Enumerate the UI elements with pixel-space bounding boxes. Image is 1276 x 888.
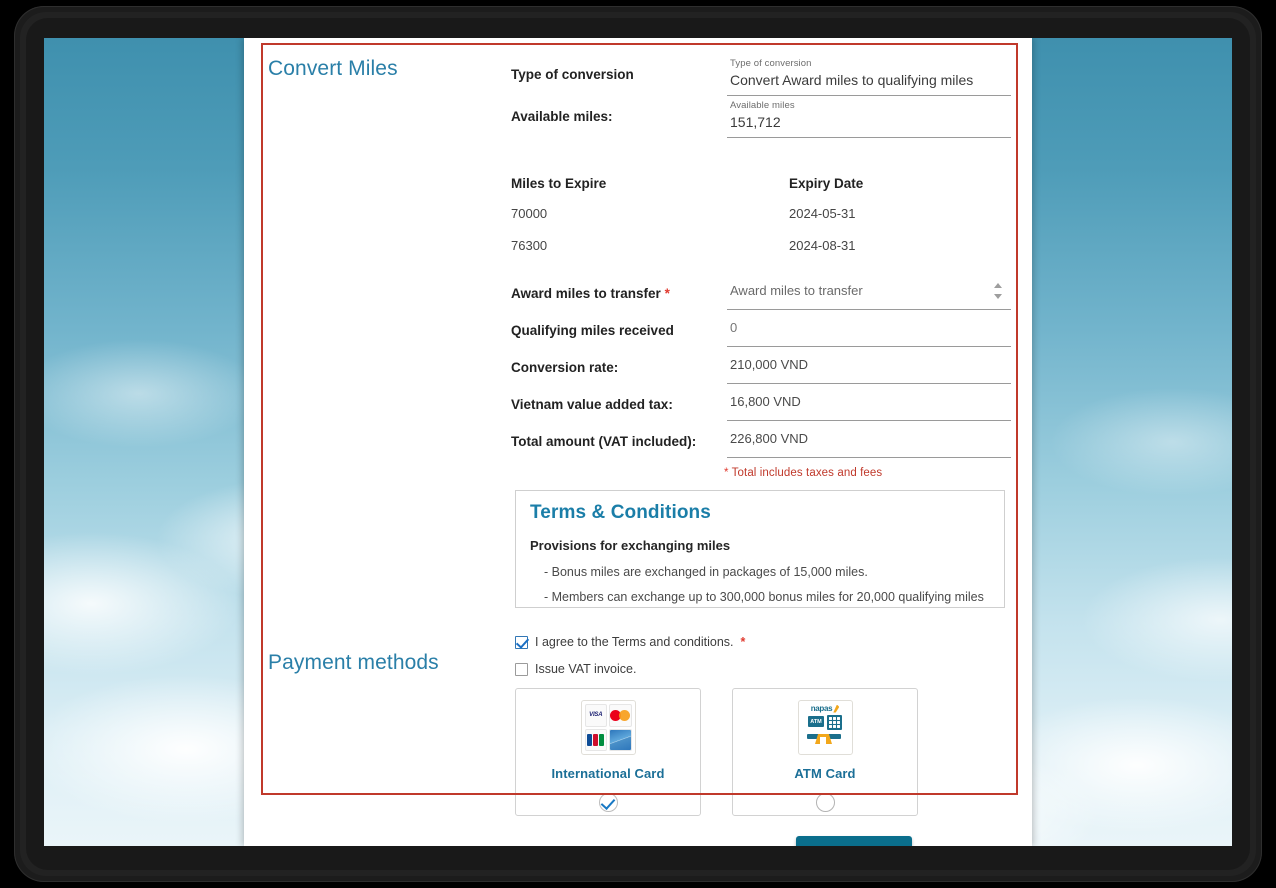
amex-icon xyxy=(609,729,632,752)
terms-and-conditions-box[interactable]: Terms & Conditions Provisions for exchan… xyxy=(515,490,1005,608)
cell-miles: 76300 xyxy=(511,229,789,261)
payment-option-international-card[interactable]: VISA International Card xyxy=(515,688,701,816)
qualifying-miles-value: 0 xyxy=(727,310,1011,347)
label-qualifying-miles-received: Qualifying miles received xyxy=(511,310,727,340)
caption-available-miles: Available miles xyxy=(730,100,1011,112)
label-conversion-rate: Conversion rate: xyxy=(511,347,727,377)
caption-type-of-conversion: Type of conversion xyxy=(730,58,1011,70)
payment-option-atm-card[interactable]: napas ATM AT xyxy=(732,688,918,816)
required-asterisk: * xyxy=(665,286,670,301)
checkbox-checked-icon[interactable] xyxy=(515,636,528,649)
checkbox-unchecked-icon[interactable] xyxy=(515,663,528,676)
miles-to-expire-table: Miles to Expire Expiry Date 70000 2024-0… xyxy=(511,171,1011,261)
table-row: 70000 2024-05-31 xyxy=(511,197,1011,229)
cell-expiry: 2024-05-31 xyxy=(789,197,1011,229)
field-conversion-rate: 210,000 VND xyxy=(727,347,1011,384)
column-header-miles: Miles to Expire xyxy=(511,171,789,197)
atm-keypad-icon xyxy=(827,715,842,730)
terms-title: Terms & Conditions xyxy=(530,502,990,524)
note-text: Total includes taxes and fees xyxy=(732,467,883,479)
cell-miles: 70000 xyxy=(511,197,789,229)
continue-button[interactable]: CONTINUE xyxy=(796,836,912,846)
field-available-miles[interactable]: Available miles 151,712 xyxy=(727,96,1011,138)
total-includes-note: * Total includes taxes and fees xyxy=(724,467,882,479)
field-vat: 16,800 VND xyxy=(727,384,1011,421)
vat-value: 16,800 VND xyxy=(727,384,1011,421)
page-title: Convert Miles xyxy=(268,57,398,81)
atm-screen-text: ATM xyxy=(808,716,824,727)
convert-miles-form: Convert Miles Payment methods Type of co… xyxy=(261,43,1018,795)
payment-option-radio-unselected[interactable] xyxy=(816,793,835,812)
row-type-of-conversion: Type of conversion Type of conversion Co… xyxy=(511,54,1011,96)
table-row: 76300 2024-08-31 xyxy=(511,229,1011,261)
jcb-icon xyxy=(585,729,608,752)
tablet-screen: Convert Miles Payment methods Type of co… xyxy=(44,38,1232,846)
value-type-of-conversion: Convert Award miles to qualifying miles xyxy=(730,70,1011,90)
label-vat: Vietnam value added tax: xyxy=(511,384,727,414)
row-conversion-rate: Conversion rate: 210,000 VND xyxy=(511,347,1011,384)
note-asterisk: * xyxy=(724,467,729,479)
conversion-rate-value: 210,000 VND xyxy=(727,347,1011,384)
atm-machine-icon: ATM xyxy=(807,714,843,744)
payment-option-label: ATM Card xyxy=(794,766,855,781)
field-award-miles-to-transfer[interactable]: Award miles to transfer xyxy=(727,273,1011,310)
napas-atm-icon: napas ATM xyxy=(798,700,853,755)
value-available-miles: 151,712 xyxy=(730,112,1011,132)
terms-subtitle: Provisions for exchanging miles xyxy=(530,538,990,553)
payment-methods-title: Payment methods xyxy=(268,651,439,675)
field-total-amount: 226,800 VND xyxy=(727,421,1011,458)
row-total-amount: Total amount (VAT included): 226,800 VND xyxy=(511,421,1011,458)
visa-icon: VISA xyxy=(585,704,608,727)
napas-swoosh-icon xyxy=(833,705,839,713)
field-type-of-conversion[interactable]: Type of conversion Convert Award miles t… xyxy=(727,54,1011,96)
required-asterisk: * xyxy=(741,635,746,649)
form-fields-bottom: Award miles to transfer * Award miles to… xyxy=(511,273,1011,458)
row-vat: Vietnam value added tax: 16,800 VND xyxy=(511,384,1011,421)
label-type-of-conversion: Type of conversion xyxy=(511,54,727,84)
column-header-expiry: Expiry Date xyxy=(789,171,1011,197)
label-available-miles: Available miles: xyxy=(511,96,727,126)
form-fields-top: Type of conversion Type of conversion Co… xyxy=(511,54,1011,138)
payment-option-label: International Card xyxy=(551,766,664,781)
total-amount-value: 226,800 VND xyxy=(727,421,1011,458)
number-stepper-icon[interactable] xyxy=(993,283,1003,299)
napas-logo-text: napas xyxy=(811,704,833,713)
mastercard-icon xyxy=(609,704,632,727)
row-award-miles-to-transfer: Award miles to transfer * Award miles to… xyxy=(511,273,1011,310)
cell-expiry: 2024-08-31 xyxy=(789,229,1011,261)
table-header-row: Miles to Expire Expiry Date xyxy=(511,171,1011,197)
terms-item: - Bonus miles are exchanged in packages … xyxy=(530,564,990,581)
issue-vat-invoice-label: Issue VAT invoice. xyxy=(535,662,636,676)
row-available-miles: Available miles: Available miles 151,712 xyxy=(511,96,1011,138)
card-brands-icon: VISA xyxy=(581,700,636,755)
visa-logo-text: VISA xyxy=(589,712,602,718)
terms-item: - Members can exchange up to 300,000 bon… xyxy=(530,589,990,606)
payment-method-options: VISA International Card xyxy=(515,688,918,816)
agree-terms-checkbox-row[interactable]: I agree to the Terms and conditions. * xyxy=(515,635,745,649)
issue-vat-invoice-checkbox-row[interactable]: Issue VAT invoice. xyxy=(515,662,636,676)
label-award-miles-to-transfer: Award miles to transfer * xyxy=(511,273,727,303)
agree-terms-label: I agree to the Terms and conditions. xyxy=(535,635,734,649)
field-qualifying-miles-received: 0 xyxy=(727,310,1011,347)
award-miles-input[interactable]: Award miles to transfer xyxy=(727,273,1011,310)
payment-option-radio-selected[interactable] xyxy=(599,793,618,812)
row-qualifying-miles-received: Qualifying miles received 0 xyxy=(511,310,1011,347)
label-total-amount: Total amount (VAT included): xyxy=(511,421,727,451)
